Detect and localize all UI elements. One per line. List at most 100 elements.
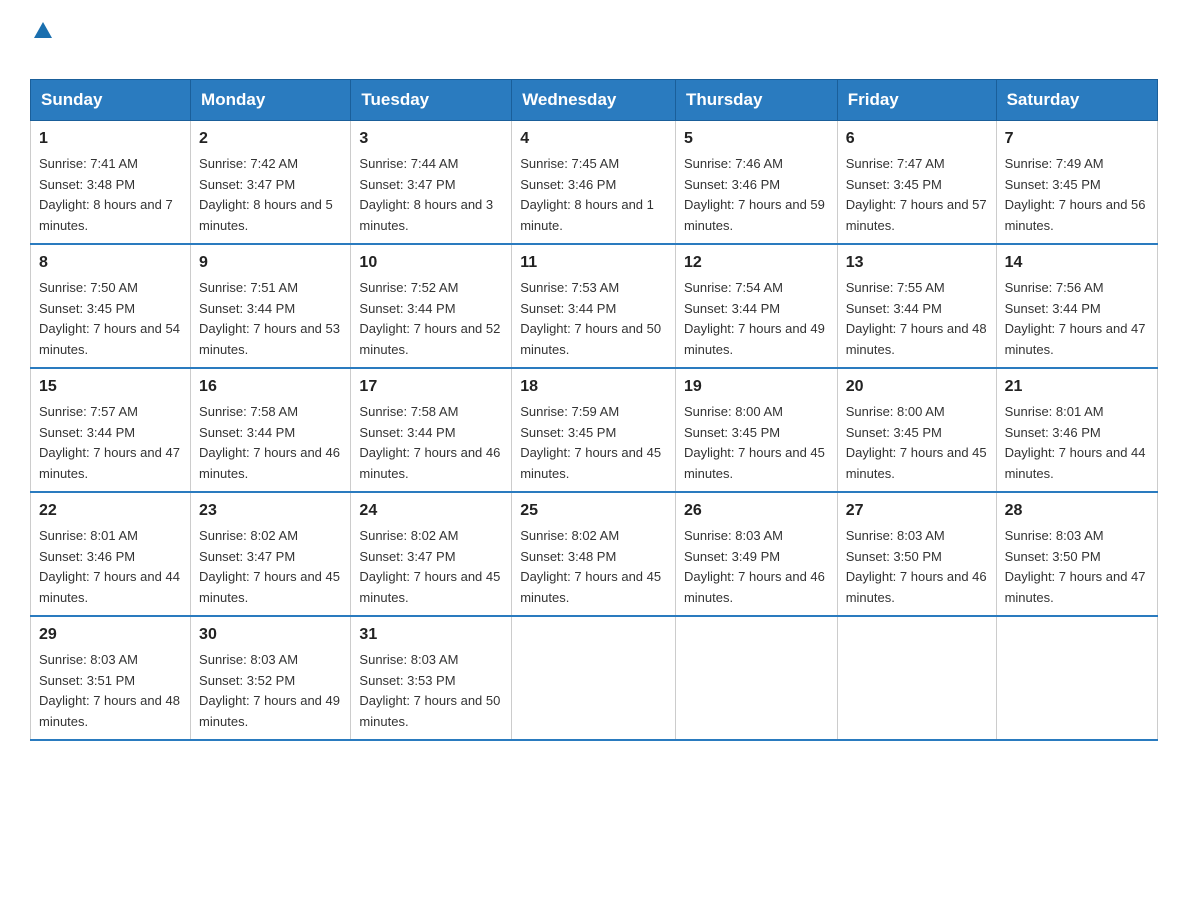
calendar-cell (837, 616, 996, 740)
day-info: Sunrise: 8:02 AMSunset: 3:48 PMDaylight:… (520, 526, 667, 609)
calendar-cell: 13Sunrise: 7:55 AMSunset: 3:44 PMDayligh… (837, 244, 996, 368)
day-info: Sunrise: 7:49 AMSunset: 3:45 PMDaylight:… (1005, 154, 1149, 237)
calendar-week-row: 29Sunrise: 8:03 AMSunset: 3:51 PMDayligh… (31, 616, 1158, 740)
calendar-cell (996, 616, 1157, 740)
day-number: 10 (359, 251, 503, 276)
calendar-cell: 5Sunrise: 7:46 AMSunset: 3:46 PMDaylight… (675, 121, 837, 244)
calendar-cell: 16Sunrise: 7:58 AMSunset: 3:44 PMDayligh… (191, 368, 351, 492)
day-info: Sunrise: 8:00 AMSunset: 3:45 PMDaylight:… (846, 402, 988, 485)
calendar-cell: 20Sunrise: 8:00 AMSunset: 3:45 PMDayligh… (837, 368, 996, 492)
day-info: Sunrise: 7:59 AMSunset: 3:45 PMDaylight:… (520, 402, 667, 485)
day-number: 12 (684, 251, 829, 276)
calendar-cell (512, 616, 676, 740)
day-info: Sunrise: 7:57 AMSunset: 3:44 PMDaylight:… (39, 402, 182, 485)
day-number: 17 (359, 375, 503, 400)
day-info: Sunrise: 7:51 AMSunset: 3:44 PMDaylight:… (199, 278, 342, 361)
day-info: Sunrise: 8:03 AMSunset: 3:53 PMDaylight:… (359, 650, 503, 733)
day-info: Sunrise: 7:41 AMSunset: 3:48 PMDaylight:… (39, 154, 182, 237)
weekday-header-sunday: Sunday (31, 80, 191, 121)
calendar-cell: 1Sunrise: 7:41 AMSunset: 3:48 PMDaylight… (31, 121, 191, 244)
calendar-cell: 8Sunrise: 7:50 AMSunset: 3:45 PMDaylight… (31, 244, 191, 368)
calendar-cell: 29Sunrise: 8:03 AMSunset: 3:51 PMDayligh… (31, 616, 191, 740)
day-number: 9 (199, 251, 342, 276)
calendar-cell: 26Sunrise: 8:03 AMSunset: 3:49 PMDayligh… (675, 492, 837, 616)
calendar-cell: 18Sunrise: 7:59 AMSunset: 3:45 PMDayligh… (512, 368, 676, 492)
calendar-cell: 19Sunrise: 8:00 AMSunset: 3:45 PMDayligh… (675, 368, 837, 492)
day-info: Sunrise: 7:54 AMSunset: 3:44 PMDaylight:… (684, 278, 829, 361)
day-info: Sunrise: 7:44 AMSunset: 3:47 PMDaylight:… (359, 154, 503, 237)
calendar-week-row: 8Sunrise: 7:50 AMSunset: 3:45 PMDaylight… (31, 244, 1158, 368)
day-number: 30 (199, 623, 342, 648)
weekday-header-wednesday: Wednesday (512, 80, 676, 121)
day-info: Sunrise: 8:03 AMSunset: 3:50 PMDaylight:… (1005, 526, 1149, 609)
day-info: Sunrise: 7:50 AMSunset: 3:45 PMDaylight:… (39, 278, 182, 361)
weekday-header-friday: Friday (837, 80, 996, 121)
day-info: Sunrise: 8:03 AMSunset: 3:51 PMDaylight:… (39, 650, 182, 733)
day-info: Sunrise: 7:55 AMSunset: 3:44 PMDaylight:… (846, 278, 988, 361)
day-number: 22 (39, 499, 182, 524)
calendar-cell: 2Sunrise: 7:42 AMSunset: 3:47 PMDaylight… (191, 121, 351, 244)
logo-triangle-icon (32, 20, 54, 42)
calendar-cell: 31Sunrise: 8:03 AMSunset: 3:53 PMDayligh… (351, 616, 512, 740)
day-number: 26 (684, 499, 829, 524)
day-info: Sunrise: 8:02 AMSunset: 3:47 PMDaylight:… (199, 526, 342, 609)
calendar-cell (675, 616, 837, 740)
day-info: Sunrise: 8:01 AMSunset: 3:46 PMDaylight:… (39, 526, 182, 609)
day-number: 4 (520, 127, 667, 152)
day-info: Sunrise: 7:53 AMSunset: 3:44 PMDaylight:… (520, 278, 667, 361)
calendar-cell: 17Sunrise: 7:58 AMSunset: 3:44 PMDayligh… (351, 368, 512, 492)
day-number: 25 (520, 499, 667, 524)
calendar-table: SundayMondayTuesdayWednesdayThursdayFrid… (30, 79, 1158, 741)
day-info: Sunrise: 7:56 AMSunset: 3:44 PMDaylight:… (1005, 278, 1149, 361)
day-number: 23 (199, 499, 342, 524)
calendar-cell: 11Sunrise: 7:53 AMSunset: 3:44 PMDayligh… (512, 244, 676, 368)
day-number: 5 (684, 127, 829, 152)
calendar-week-row: 15Sunrise: 7:57 AMSunset: 3:44 PMDayligh… (31, 368, 1158, 492)
calendar-cell: 27Sunrise: 8:03 AMSunset: 3:50 PMDayligh… (837, 492, 996, 616)
header (30, 20, 1158, 63)
day-number: 14 (1005, 251, 1149, 276)
weekday-header-tuesday: Tuesday (351, 80, 512, 121)
day-number: 16 (199, 375, 342, 400)
day-number: 1 (39, 127, 182, 152)
calendar-cell: 9Sunrise: 7:51 AMSunset: 3:44 PMDaylight… (191, 244, 351, 368)
calendar-cell: 6Sunrise: 7:47 AMSunset: 3:45 PMDaylight… (837, 121, 996, 244)
calendar-cell: 25Sunrise: 8:02 AMSunset: 3:48 PMDayligh… (512, 492, 676, 616)
calendar-cell: 15Sunrise: 7:57 AMSunset: 3:44 PMDayligh… (31, 368, 191, 492)
day-number: 21 (1005, 375, 1149, 400)
day-number: 7 (1005, 127, 1149, 152)
page: SundayMondayTuesdayWednesdayThursdayFrid… (0, 0, 1188, 761)
day-number: 15 (39, 375, 182, 400)
day-number: 6 (846, 127, 988, 152)
day-info: Sunrise: 7:46 AMSunset: 3:46 PMDaylight:… (684, 154, 829, 237)
day-info: Sunrise: 8:03 AMSunset: 3:50 PMDaylight:… (846, 526, 988, 609)
day-info: Sunrise: 8:03 AMSunset: 3:52 PMDaylight:… (199, 650, 342, 733)
logo (30, 20, 56, 63)
day-number: 18 (520, 375, 667, 400)
day-info: Sunrise: 7:42 AMSunset: 3:47 PMDaylight:… (199, 154, 342, 237)
calendar-cell: 14Sunrise: 7:56 AMSunset: 3:44 PMDayligh… (996, 244, 1157, 368)
calendar-cell: 12Sunrise: 7:54 AMSunset: 3:44 PMDayligh… (675, 244, 837, 368)
day-number: 27 (846, 499, 988, 524)
day-number: 20 (846, 375, 988, 400)
calendar-cell: 23Sunrise: 8:02 AMSunset: 3:47 PMDayligh… (191, 492, 351, 616)
day-number: 8 (39, 251, 182, 276)
calendar-week-row: 1Sunrise: 7:41 AMSunset: 3:48 PMDaylight… (31, 121, 1158, 244)
day-number: 13 (846, 251, 988, 276)
calendar-cell: 7Sunrise: 7:49 AMSunset: 3:45 PMDaylight… (996, 121, 1157, 244)
calendar-cell: 28Sunrise: 8:03 AMSunset: 3:50 PMDayligh… (996, 492, 1157, 616)
day-info: Sunrise: 7:47 AMSunset: 3:45 PMDaylight:… (846, 154, 988, 237)
weekday-header-saturday: Saturday (996, 80, 1157, 121)
day-number: 29 (39, 623, 182, 648)
weekday-header-thursday: Thursday (675, 80, 837, 121)
day-number: 31 (359, 623, 503, 648)
day-info: Sunrise: 8:03 AMSunset: 3:49 PMDaylight:… (684, 526, 829, 609)
day-number: 2 (199, 127, 342, 152)
day-info: Sunrise: 8:00 AMSunset: 3:45 PMDaylight:… (684, 402, 829, 485)
day-number: 24 (359, 499, 503, 524)
calendar-cell: 21Sunrise: 8:01 AMSunset: 3:46 PMDayligh… (996, 368, 1157, 492)
weekday-header-monday: Monday (191, 80, 351, 121)
calendar-cell: 22Sunrise: 8:01 AMSunset: 3:46 PMDayligh… (31, 492, 191, 616)
day-number: 19 (684, 375, 829, 400)
weekday-header-row: SundayMondayTuesdayWednesdayThursdayFrid… (31, 80, 1158, 121)
